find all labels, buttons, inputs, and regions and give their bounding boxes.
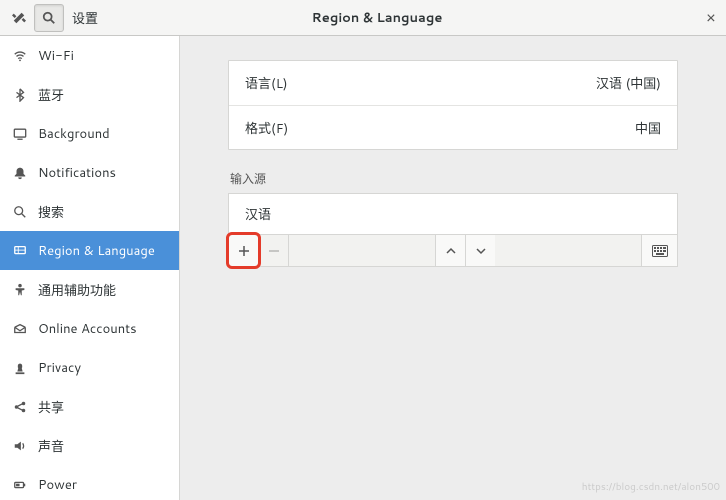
sidebar-item-bluetooth[interactable]: 蓝牙: [0, 75, 179, 114]
sidebar: Wi-Fi 蓝牙 Background Notifications 搜索 Reg…: [0, 36, 180, 500]
sidebar-item-label: 搜索: [38, 202, 64, 222]
sidebar-item-label: Background: [38, 125, 110, 143]
search-button[interactable]: [34, 4, 64, 32]
input-sources-toolbar: [228, 235, 678, 267]
sidebar-item-online-accounts[interactable]: Online Accounts: [0, 309, 179, 348]
lock-icon: [12, 360, 28, 376]
sidebar-item-label: 共享: [38, 397, 64, 417]
bell-icon: [12, 165, 28, 181]
keyboard-layout-button[interactable]: [641, 235, 677, 266]
chevron-down-icon: [476, 246, 486, 256]
keyboard-icon: [652, 245, 668, 257]
titlebar-left: 设置: [0, 4, 98, 32]
chevron-up-icon: [446, 246, 456, 256]
accounts-icon: [12, 321, 28, 337]
move-down-button[interactable]: [465, 235, 495, 266]
add-input-source-button[interactable]: [229, 235, 259, 266]
sidebar-item-label: Wi-Fi: [38, 47, 74, 65]
language-formats-panel: 语言(L) 汉语 (中国) 格式(F) 中国: [228, 60, 678, 150]
sidebar-item-notifications[interactable]: Notifications: [0, 153, 179, 192]
plus-icon: [238, 245, 250, 257]
sidebar-item-power[interactable]: Power: [0, 465, 179, 500]
power-icon: [12, 477, 28, 493]
sidebar-item-wifi[interactable]: Wi-Fi: [0, 36, 179, 75]
remove-input-source-button[interactable]: [259, 235, 289, 266]
formats-value: 中国: [635, 118, 661, 138]
sidebar-item-accessibility[interactable]: 通用辅助功能: [0, 270, 179, 309]
settings-label: 设置: [72, 8, 98, 28]
main-content: 语言(L) 汉语 (中国) 格式(F) 中国 输入源 汉语: [180, 36, 726, 500]
sound-icon: [12, 438, 28, 454]
bluetooth-icon: [12, 87, 28, 103]
share-icon: [12, 399, 28, 415]
tools-icon[interactable]: [4, 4, 34, 32]
sidebar-item-label: 通用辅助功能: [38, 280, 116, 300]
input-sources-title: 输入源: [230, 170, 678, 187]
formats-row[interactable]: 格式(F) 中国: [229, 105, 677, 149]
sidebar-item-label: Online Accounts: [38, 320, 137, 338]
input-sources-panel: 汉语: [228, 193, 678, 235]
input-source-name: 汉语: [245, 204, 271, 224]
titlebar: 设置 Region & Language ×: [0, 0, 726, 36]
sidebar-item-sound[interactable]: 声音: [0, 426, 179, 465]
sidebar-item-label: Region & Language: [38, 242, 155, 260]
sidebar-item-label: Privacy: [38, 359, 81, 377]
search-icon: [12, 204, 28, 220]
language-value: 汉语 (中国): [596, 73, 661, 93]
formats-label: 格式(F): [245, 118, 288, 138]
move-up-button[interactable]: [435, 235, 465, 266]
globe-icon: [12, 243, 28, 259]
close-button[interactable]: ×: [696, 0, 726, 36]
page-title: Region & Language: [98, 9, 696, 27]
sidebar-item-sharing[interactable]: 共享: [0, 387, 179, 426]
sidebar-item-label: Power: [38, 476, 77, 494]
sidebar-item-label: 蓝牙: [38, 85, 64, 105]
sidebar-item-label: Notifications: [38, 164, 116, 182]
language-label: 语言(L): [245, 73, 288, 93]
sidebar-item-region-language[interactable]: Region & Language: [0, 231, 179, 270]
sidebar-item-privacy[interactable]: Privacy: [0, 348, 179, 387]
sidebar-item-search[interactable]: 搜索: [0, 192, 179, 231]
wifi-icon: [12, 48, 28, 64]
display-icon: [12, 126, 28, 142]
accessibility-icon: [12, 282, 28, 298]
input-source-row[interactable]: 汉语: [229, 194, 677, 234]
sidebar-item-background[interactable]: Background: [0, 114, 179, 153]
watermark: https://blog.csdn.net/alon500: [582, 480, 720, 494]
minus-icon: [268, 245, 280, 257]
language-row[interactable]: 语言(L) 汉语 (中国): [229, 61, 677, 105]
sidebar-item-label: 声音: [38, 436, 64, 456]
